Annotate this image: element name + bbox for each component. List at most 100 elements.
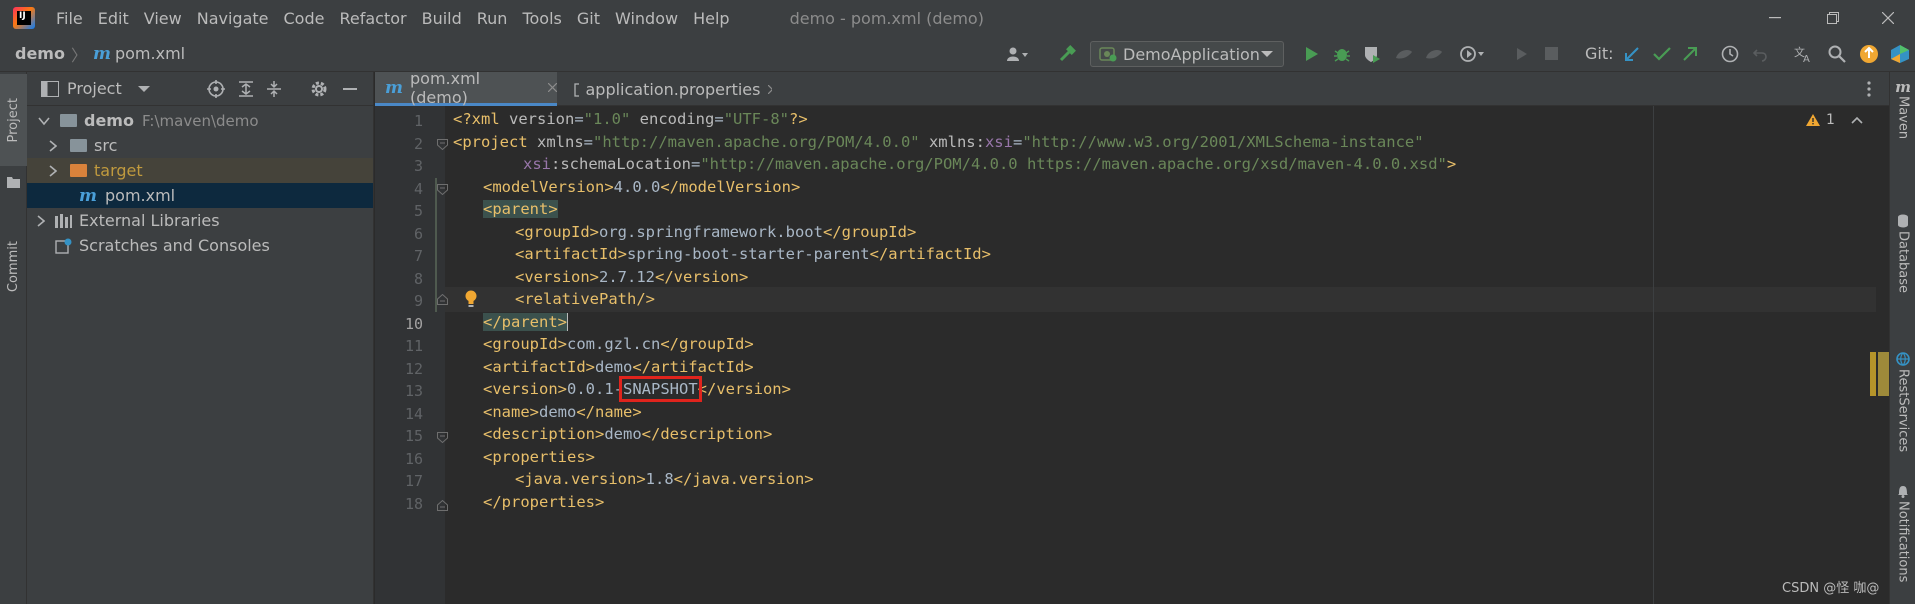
chevron-down-icon[interactable]	[38, 116, 50, 126]
menu-tools[interactable]: Tools	[522, 9, 561, 28]
fold-icon[interactable]	[437, 432, 448, 443]
person-icon[interactable]	[1000, 36, 1034, 72]
tree-node-target[interactable]: target	[27, 158, 373, 183]
stop-icon	[1538, 36, 1566, 72]
close-window-button[interactable]	[1865, 0, 1911, 36]
fold-icon[interactable]	[437, 500, 448, 511]
line-number: 9	[413, 292, 423, 310]
editor-area: m pom.xml (demo) application.properties …	[375, 69, 1889, 604]
menu-git[interactable]: Git	[577, 9, 600, 28]
project-tool-tab[interactable]: Project	[0, 74, 27, 166]
run-icon[interactable]	[1298, 36, 1326, 72]
fold-icon[interactable]	[437, 294, 448, 305]
gear-icon[interactable]	[310, 80, 328, 98]
folder-icon	[70, 139, 87, 152]
restore-window-button[interactable]	[1810, 0, 1856, 36]
collapse-all-icon[interactable]	[265, 80, 283, 98]
tab-pom-xml[interactable]: m pom.xml (demo)	[375, 69, 557, 107]
tree-node-scratches[interactable]: Scratches and Consoles	[27, 233, 373, 258]
restore-window-icon	[1827, 12, 1839, 24]
menu-refactor[interactable]: Refactor	[339, 9, 406, 28]
database-icon	[1898, 214, 1908, 228]
bulb-icon[interactable]	[464, 290, 478, 308]
notifications-tool-tab[interactable]: Notifications	[1890, 484, 1915, 602]
code-line-18[interactable]: </properties>	[483, 489, 1883, 517]
close-window-icon	[1882, 12, 1894, 24]
minimize-window-icon	[1769, 17, 1781, 19]
maven-tool-tab[interactable]: m Maven	[1890, 74, 1915, 199]
debug-icon[interactable]	[1328, 36, 1356, 72]
close-icon[interactable]	[548, 83, 557, 92]
menu-help[interactable]: Help	[693, 9, 729, 28]
target-icon[interactable]	[207, 79, 225, 98]
inspection-count: 1	[1826, 112, 1835, 128]
search-icon[interactable]	[1823, 36, 1851, 72]
notifications-tool-tab-label: Notifications	[1895, 501, 1911, 583]
line-number: 7	[413, 247, 423, 265]
line-number: 1	[413, 112, 423, 130]
globe-icon	[1896, 352, 1910, 366]
breadcrumb-file[interactable]: pom.xml	[115, 44, 185, 63]
menu-code[interactable]: Code	[284, 9, 325, 28]
coverage-icon[interactable]	[1358, 36, 1386, 72]
menu-file[interactable]: File	[56, 9, 83, 28]
update-icon[interactable]	[1855, 36, 1883, 72]
hammer-icon[interactable]	[1053, 36, 1081, 72]
title-bar: IJ File Edit View Navigate Code Refactor…	[0, 0, 1915, 36]
database-tool-tab[interactable]: Database	[1890, 214, 1915, 329]
tree-node-pom[interactable]: m pom.xml	[27, 183, 373, 208]
chevron-right-icon[interactable]	[37, 214, 45, 227]
svg-text:A: A	[1803, 54, 1810, 63]
chevron-right-icon[interactable]	[49, 164, 57, 177]
rest-services-tool-tab[interactable]: RestServices	[1890, 352, 1915, 472]
run-configuration-selector[interactable]: DemoApplication	[1090, 41, 1284, 67]
right-tool-stripe: m Maven Database RestServices Notificati…	[1889, 72, 1915, 604]
translate-icon[interactable]: 文A	[1790, 36, 1818, 72]
tree-node-demo[interactable]: demo F:\maven\demo	[27, 108, 373, 133]
editor-tabs: m pom.xml (demo) application.properties	[375, 69, 1889, 107]
tree-node-path: F:\maven\demo	[141, 111, 259, 130]
git-commit-icon[interactable]	[1648, 36, 1676, 72]
expand-all-icon[interactable]	[237, 80, 255, 98]
git-push-icon[interactable]	[1676, 36, 1704, 72]
app-logo: IJ	[13, 7, 35, 29]
breadcrumb-separator: 〉	[70, 45, 87, 65]
menu-run[interactable]: Run	[477, 9, 508, 28]
minimize-icon[interactable]	[343, 88, 357, 90]
left-tool-stripe: Project Commit	[0, 72, 27, 604]
tree-node-label: Scratches and Consoles	[79, 236, 270, 255]
history-icon[interactable]	[1716, 36, 1744, 72]
close-icon[interactable]	[768, 84, 772, 94]
warning-marker[interactable]	[1870, 352, 1876, 396]
commit-tool-tab[interactable]: Commit	[0, 222, 27, 312]
tab-application-properties[interactable]: application.properties	[564, 72, 772, 106]
line-number: 8	[413, 270, 423, 288]
maven-icon: m	[1895, 78, 1911, 96]
fold-icon[interactable]	[437, 139, 448, 150]
more-run-actions-icon[interactable]	[1452, 36, 1492, 72]
line-number: 5	[413, 202, 423, 220]
menu-edit[interactable]: Edit	[98, 9, 129, 28]
tree-node-src[interactable]: src	[27, 133, 373, 158]
tree-node-external-libraries[interactable]: External Libraries	[27, 208, 373, 233]
chevron-right-icon[interactable]	[49, 139, 57, 152]
rollback-icon	[1746, 36, 1774, 72]
git-update-icon[interactable]	[1618, 36, 1646, 72]
scrollbar-thumb[interactable]	[1878, 352, 1889, 396]
library-icon	[55, 213, 72, 228]
toolbox-icon[interactable]	[1885, 36, 1915, 72]
menu-navigate[interactable]: Navigate	[197, 9, 269, 28]
project-panel-title[interactable]: Project	[67, 79, 122, 98]
fold-icon[interactable]	[437, 184, 448, 195]
breadcrumb-project[interactable]: demo	[15, 44, 65, 63]
chevron-down-icon	[1261, 51, 1273, 57]
chevron-up-icon[interactable]	[1851, 116, 1863, 124]
more-tabs-icon[interactable]	[1867, 80, 1871, 98]
minimize-window-button[interactable]	[1752, 0, 1798, 36]
line-number: 18	[404, 495, 423, 513]
menu-window[interactable]: Window	[615, 9, 678, 28]
chevron-down-icon[interactable]	[137, 85, 150, 93]
menu-build[interactable]: Build	[422, 9, 462, 28]
menu-view[interactable]: View	[144, 9, 182, 28]
line-number: 15	[404, 427, 423, 445]
